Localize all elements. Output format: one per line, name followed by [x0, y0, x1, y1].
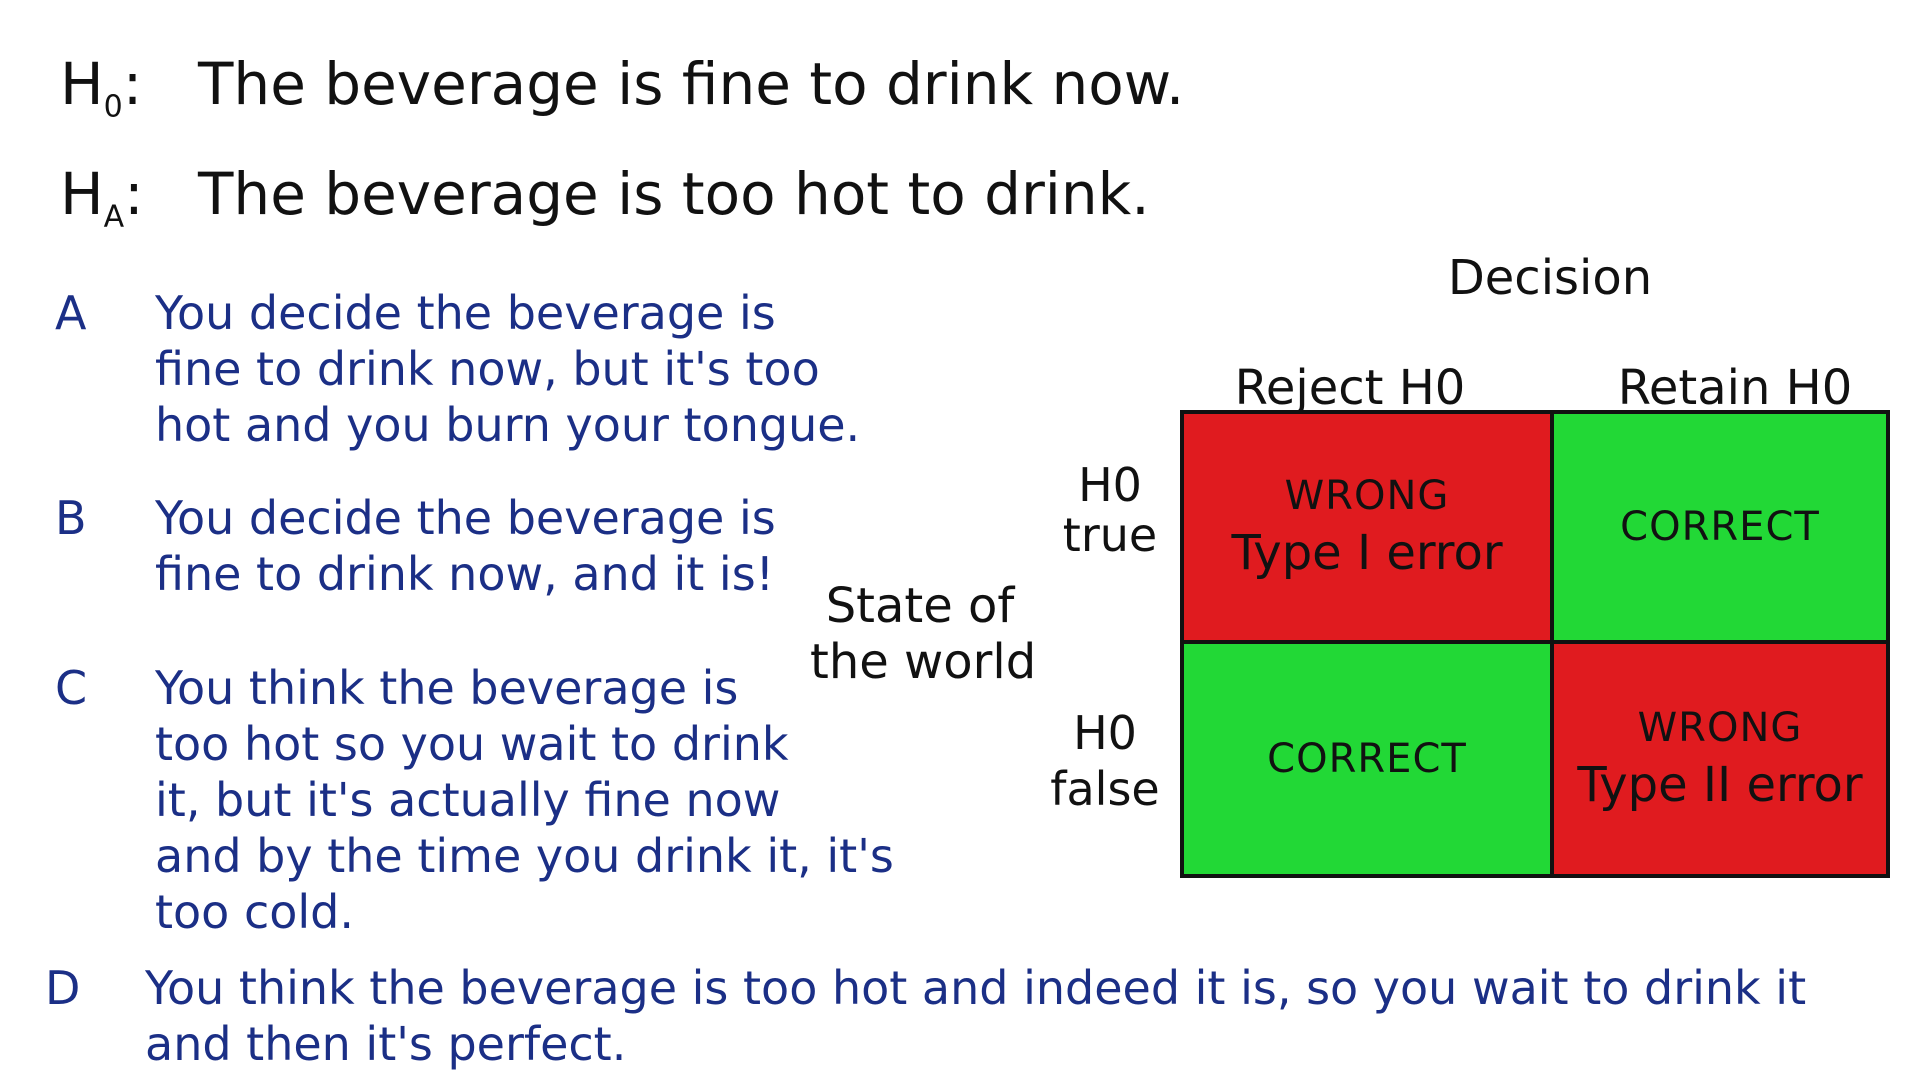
cell-verdict: WRONG	[1284, 473, 1450, 519]
scenario-text: You think the beverage is too hot so you…	[155, 660, 894, 940]
scenario-line: fine to drink now, but it's too	[155, 342, 820, 396]
state-label-line: the world	[810, 634, 1037, 690]
scenario-letter: D	[45, 961, 81, 1015]
scenario-line: and by the time you drink it, it's	[155, 829, 894, 883]
state-label-line: State of	[825, 578, 1015, 634]
row-header-h0-false: H0 false	[1040, 705, 1170, 817]
scenario-letter: A	[55, 286, 87, 340]
scenario-text: You think the beverage is too hot and in…	[145, 960, 1806, 1072]
decision-label: Decision	[1447, 250, 1653, 306]
row-header-h0-true: H0 true	[1050, 460, 1170, 560]
row-header-line: true	[1062, 508, 1158, 562]
scenario-line: fine to drink now, and it is!	[155, 547, 775, 601]
scenario-line: too cold.	[155, 885, 354, 939]
cell-verdict: CORRECT	[1620, 504, 1820, 550]
row-header-line: H0	[1073, 706, 1137, 760]
cell-verdict: WRONG	[1637, 705, 1803, 751]
cell-false-retain: WRONG Type II error	[1554, 644, 1886, 874]
decision-matrix: WRONG Type I error CORRECT CORRECT WRONG…	[1180, 410, 1890, 878]
row-header-line: H0	[1078, 458, 1142, 512]
null-hypothesis-symbol: H0:	[60, 50, 143, 125]
alternative-hypothesis-text: The beverage is too hot to drink.	[198, 160, 1150, 228]
scenario-text: You decide the beverage is fine to drink…	[155, 285, 860, 453]
cell-error-type: Type II error	[1577, 757, 1863, 813]
alternative-hypothesis: HA: The beverage is too hot to drink.	[60, 160, 1150, 235]
cell-false-reject: CORRECT	[1184, 644, 1554, 874]
cell-true-retain: CORRECT	[1554, 414, 1886, 644]
cell-verdict: CORRECT	[1267, 736, 1467, 782]
column-header-retain: Retain H0	[1617, 360, 1853, 416]
scenario-line: You decide the beverage is	[155, 286, 776, 340]
scenario-line: and then it's perfect.	[145, 1017, 627, 1071]
cell-error-type: Type I error	[1231, 525, 1503, 581]
scenario-line: You think the beverage is	[155, 661, 739, 715]
column-header-reject: Reject H0	[1234, 360, 1466, 416]
cell-true-reject: WRONG Type I error	[1184, 414, 1554, 644]
scenario-line: it, but it's actually fine now	[155, 773, 781, 827]
scenario-letter: B	[55, 491, 87, 545]
null-hypothesis: H0: The beverage is fine to drink now.	[60, 50, 1184, 125]
null-hypothesis-text: The beverage is fine to drink now.	[198, 50, 1185, 118]
alternative-hypothesis-symbol: HA:	[60, 160, 144, 235]
scenario-text: You decide the beverage is fine to drink…	[155, 490, 776, 602]
scenario-line: too hot so you wait to drink	[155, 717, 789, 771]
row-header-line: false	[1050, 762, 1160, 816]
scenario-line: hot and you burn your tongue.	[155, 398, 861, 452]
scenario-line: You think the beverage is too hot and in…	[145, 961, 1807, 1015]
scenario-line: You decide the beverage is	[155, 491, 776, 545]
state-of-world-label: State of the world	[810, 578, 1037, 690]
scenario-letter: C	[55, 661, 88, 715]
